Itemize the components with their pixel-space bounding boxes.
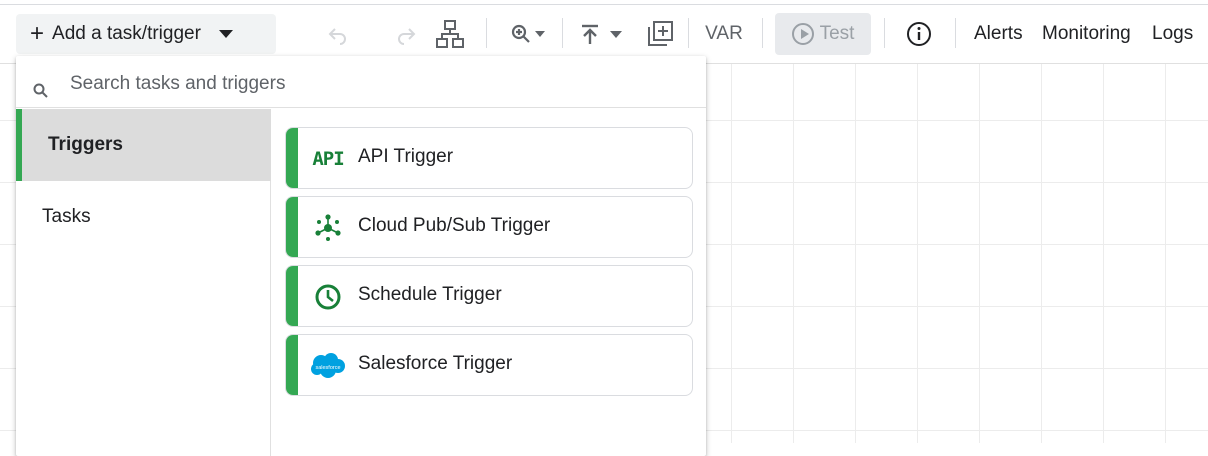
category-triggers[interactable]: Triggers: [16, 109, 271, 181]
search-icon: [33, 83, 48, 98]
plus-icon: +: [30, 20, 45, 47]
card-accent-bar: [286, 197, 298, 257]
logs-button[interactable]: Logs: [1152, 16, 1193, 52]
auto-layout-button[interactable]: [432, 16, 468, 52]
pubsub-icon: [308, 212, 348, 244]
test-button[interactable]: Test: [775, 13, 871, 55]
card-accent-bar: [286, 335, 298, 395]
add-task-trigger-button[interactable]: + Add a task/trigger: [16, 14, 276, 54]
add-task-trigger-panel: Triggers Tasks API API Trigger: [16, 56, 706, 456]
add-to-library-button[interactable]: [642, 16, 678, 52]
monitoring-button[interactable]: Monitoring: [1042, 16, 1131, 52]
category-label: Tasks: [42, 206, 91, 227]
redo-button[interactable]: [388, 16, 424, 52]
play-circle-icon: [791, 23, 814, 45]
card-accent-bar: [286, 266, 298, 326]
variables-button[interactable]: VAR: [702, 16, 746, 52]
upload-menu-button[interactable]: [572, 16, 628, 52]
category-list: Triggers Tasks: [16, 109, 271, 456]
search-input[interactable]: [68, 70, 668, 98]
api-icon: API: [312, 148, 344, 170]
caret-down-icon: [218, 30, 233, 38]
category-label: Triggers: [48, 134, 123, 155]
card-accent-bar: [286, 128, 298, 188]
info-button[interactable]: [901, 16, 937, 52]
undo-icon: [328, 28, 346, 45]
info-icon: [907, 22, 931, 46]
category-tasks[interactable]: Tasks: [16, 181, 271, 253]
toolbar-divider: [486, 18, 487, 48]
add-task-trigger-label: Add a task/trigger: [52, 23, 201, 44]
toolbar-divider: [688, 18, 689, 48]
salesforce-icon: salesforce: [308, 350, 348, 382]
toolbar-divider: [762, 18, 763, 48]
trigger-label: API Trigger: [358, 146, 454, 167]
toolbar-divider: [955, 18, 956, 48]
redo-icon: [398, 28, 416, 45]
trigger-card-salesforce[interactable]: salesforce Salesforce Trigger: [285, 334, 693, 396]
trigger-label: Cloud Pub/Sub Trigger: [358, 215, 551, 236]
alerts-button[interactable]: Alerts: [974, 16, 1023, 52]
upload-icon: [582, 24, 598, 44]
zoom-in-icon: [511, 24, 530, 43]
svg-text:salesforce: salesforce: [315, 365, 340, 371]
chevron-down-icon: [610, 30, 622, 38]
zoom-menu-button[interactable]: [504, 16, 550, 52]
library-add-icon: [648, 21, 673, 46]
trigger-card-pubsub[interactable]: Cloud Pub/Sub Trigger: [285, 196, 693, 258]
hierarchy-icon: [436, 20, 464, 48]
trigger-label: Schedule Trigger: [358, 284, 502, 305]
undo-button[interactable]: [320, 16, 356, 52]
chevron-down-icon: [535, 31, 545, 37]
toolbar-divider: [884, 18, 885, 48]
trigger-card-api[interactable]: API API Trigger: [285, 127, 693, 189]
clock-icon: [308, 281, 348, 313]
trigger-card-schedule[interactable]: Schedule Trigger: [285, 265, 693, 327]
trigger-label: Salesforce Trigger: [358, 353, 513, 374]
search-row: [16, 56, 706, 108]
toolbar-divider: [562, 18, 563, 48]
top-border: [0, 4, 1208, 5]
test-label: Test: [819, 23, 855, 44]
